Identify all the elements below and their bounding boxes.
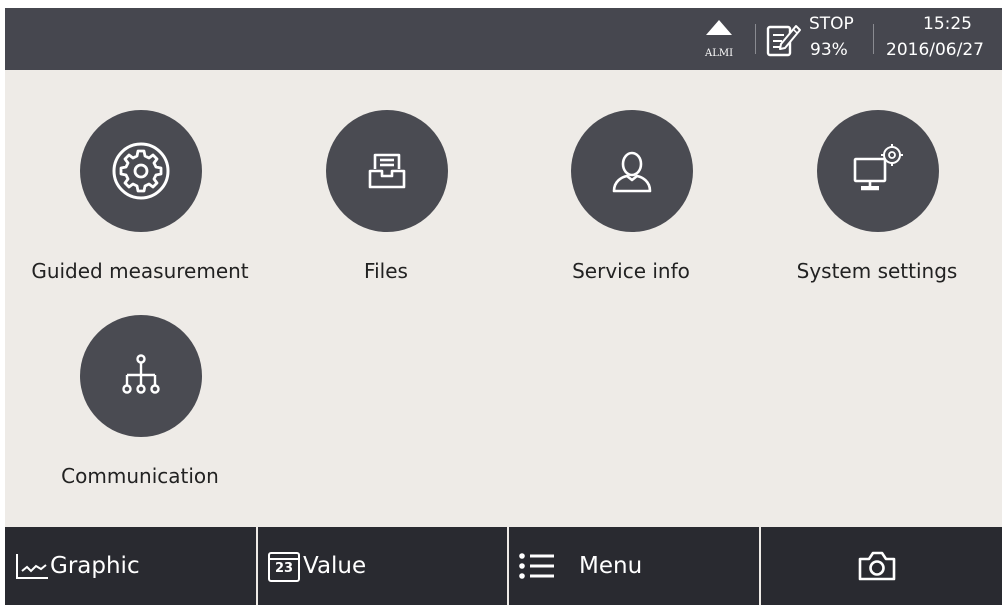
line-chart-icon bbox=[16, 554, 48, 579]
alarm-indicator[interactable]: ALMI bbox=[694, 20, 744, 64]
menu-item-guided-measurement[interactable]: Guided measurement bbox=[20, 110, 260, 305]
menu-item-files[interactable]: Files bbox=[266, 110, 506, 305]
bottom-toolbar: Graphic 23 Value Menu bbox=[5, 527, 1002, 605]
menu-item-label: Communication bbox=[61, 464, 219, 488]
alarm-triangle-icon bbox=[706, 20, 732, 35]
menu-item-label: Guided measurement bbox=[31, 259, 249, 283]
menu-item-label: System settings bbox=[796, 259, 958, 283]
camera-button[interactable] bbox=[761, 527, 1002, 605]
file-tray-icon bbox=[368, 153, 406, 189]
menu-item-label: Files bbox=[364, 259, 408, 283]
menu-button[interactable]: Menu bbox=[509, 527, 759, 605]
menu-label: Menu bbox=[579, 553, 643, 579]
user-icon bbox=[612, 151, 652, 193]
network-tree-icon bbox=[122, 354, 160, 394]
record-state: STOP bbox=[809, 14, 854, 34]
value-icon-number: 23 bbox=[274, 561, 294, 576]
value-label: Value bbox=[303, 553, 367, 579]
calendar-value-icon: 23 bbox=[267, 549, 301, 583]
graphic-label: Graphic bbox=[50, 553, 140, 579]
status-divider bbox=[873, 24, 874, 54]
alarm-label: ALMI bbox=[704, 48, 734, 59]
menu-item-system-settings[interactable]: System settings bbox=[757, 110, 997, 305]
menu-item-circle bbox=[326, 110, 448, 232]
record-percent: 93% bbox=[810, 40, 848, 60]
menu-item-communication[interactable]: Communication bbox=[20, 315, 260, 510]
monitor-settings-icon bbox=[853, 144, 903, 191]
value-button[interactable]: 23 Value bbox=[258, 527, 507, 605]
camera-icon bbox=[858, 551, 895, 581]
status-bar: ALMI STOP 93% 15:25 2016/06/27 bbox=[5, 8, 1002, 70]
menu-item-circle bbox=[571, 110, 693, 232]
menu-item-circle bbox=[80, 315, 202, 437]
menu-item-circle bbox=[80, 110, 202, 232]
menu-item-label: Service info bbox=[572, 259, 690, 283]
device-screen: ALMI STOP 93% 15:25 2016/06/27 Guided me… bbox=[5, 8, 1002, 605]
menu-item-circle bbox=[817, 110, 939, 232]
clock-date: 2016/06/27 bbox=[886, 40, 984, 60]
list-menu-icon bbox=[519, 553, 554, 579]
record-notepad-icon bbox=[766, 25, 801, 57]
status-divider bbox=[755, 24, 756, 54]
graphic-button[interactable]: Graphic bbox=[5, 527, 256, 605]
menu-item-service-info[interactable]: Service info bbox=[511, 110, 751, 305]
clock-time: 15:25 bbox=[923, 14, 972, 34]
gear-icon bbox=[112, 142, 170, 200]
